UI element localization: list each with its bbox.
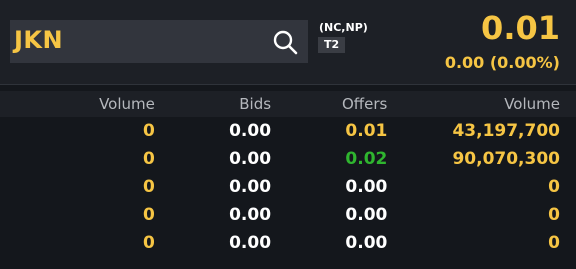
- offer-volume[interactable]: 43,197,700: [387, 117, 576, 145]
- bids-header: Bids: [154, 91, 272, 117]
- bid-price[interactable]: 0.00: [155, 117, 271, 145]
- last-price: 0.01: [481, 9, 560, 47]
- bid-volume[interactable]: 0: [0, 117, 155, 145]
- order-book-header-row: Volume Bids Offers Volume: [0, 91, 576, 117]
- offer-price[interactable]: 0.00: [271, 201, 387, 229]
- bid-volume-header: Volume: [0, 91, 155, 117]
- symbol-search-box[interactable]: JKN: [10, 20, 308, 63]
- offer-volume[interactable]: 90,070,300: [387, 145, 576, 173]
- offer-volume[interactable]: 0: [387, 173, 576, 201]
- offer-price[interactable]: 0.02: [271, 145, 387, 173]
- quote-header: JKN (NC,NP) T2 0.01 0.00 (0.00%): [0, 0, 576, 85]
- table-row: 0 0.00 0.00 0: [0, 229, 576, 257]
- offer-price[interactable]: 0.01: [271, 117, 387, 145]
- table-row: 0 0.00 0.00 0: [0, 201, 576, 229]
- offer-volume[interactable]: 0: [387, 229, 576, 257]
- table-row: 0 0.00 0.00 0: [0, 173, 576, 201]
- board-badge: T2: [318, 37, 346, 53]
- bid-price[interactable]: 0.00: [155, 201, 271, 229]
- bid-price[interactable]: 0.00: [155, 229, 271, 257]
- offer-volume[interactable]: 0: [387, 201, 576, 229]
- table-row: 0 0.00 0.02 90,070,300: [0, 145, 576, 173]
- price-change: 0.00 (0.00%): [444, 53, 560, 72]
- bid-volume[interactable]: 0: [0, 145, 155, 173]
- table-row: 0 0.00 0.01 43,197,700: [0, 117, 576, 145]
- offer-price[interactable]: 0.00: [271, 173, 387, 201]
- search-icon[interactable]: [272, 29, 298, 55]
- bid-volume[interactable]: 0: [0, 229, 155, 257]
- bid-volume[interactable]: 0: [0, 173, 155, 201]
- offer-volume-header: Volume: [387, 91, 576, 117]
- bid-price[interactable]: 0.00: [155, 173, 271, 201]
- bid-volume[interactable]: 0: [0, 201, 155, 229]
- offer-price[interactable]: 0.00: [271, 229, 387, 257]
- offers-header: Offers: [271, 91, 388, 117]
- symbol-input[interactable]: JKN: [14, 26, 63, 54]
- security-flags: (NC,NP): [319, 21, 368, 34]
- bid-price[interactable]: 0.00: [155, 145, 271, 173]
- order-book-table: Volume Bids Offers Volume 0 0.00 0.01 43…: [0, 91, 576, 257]
